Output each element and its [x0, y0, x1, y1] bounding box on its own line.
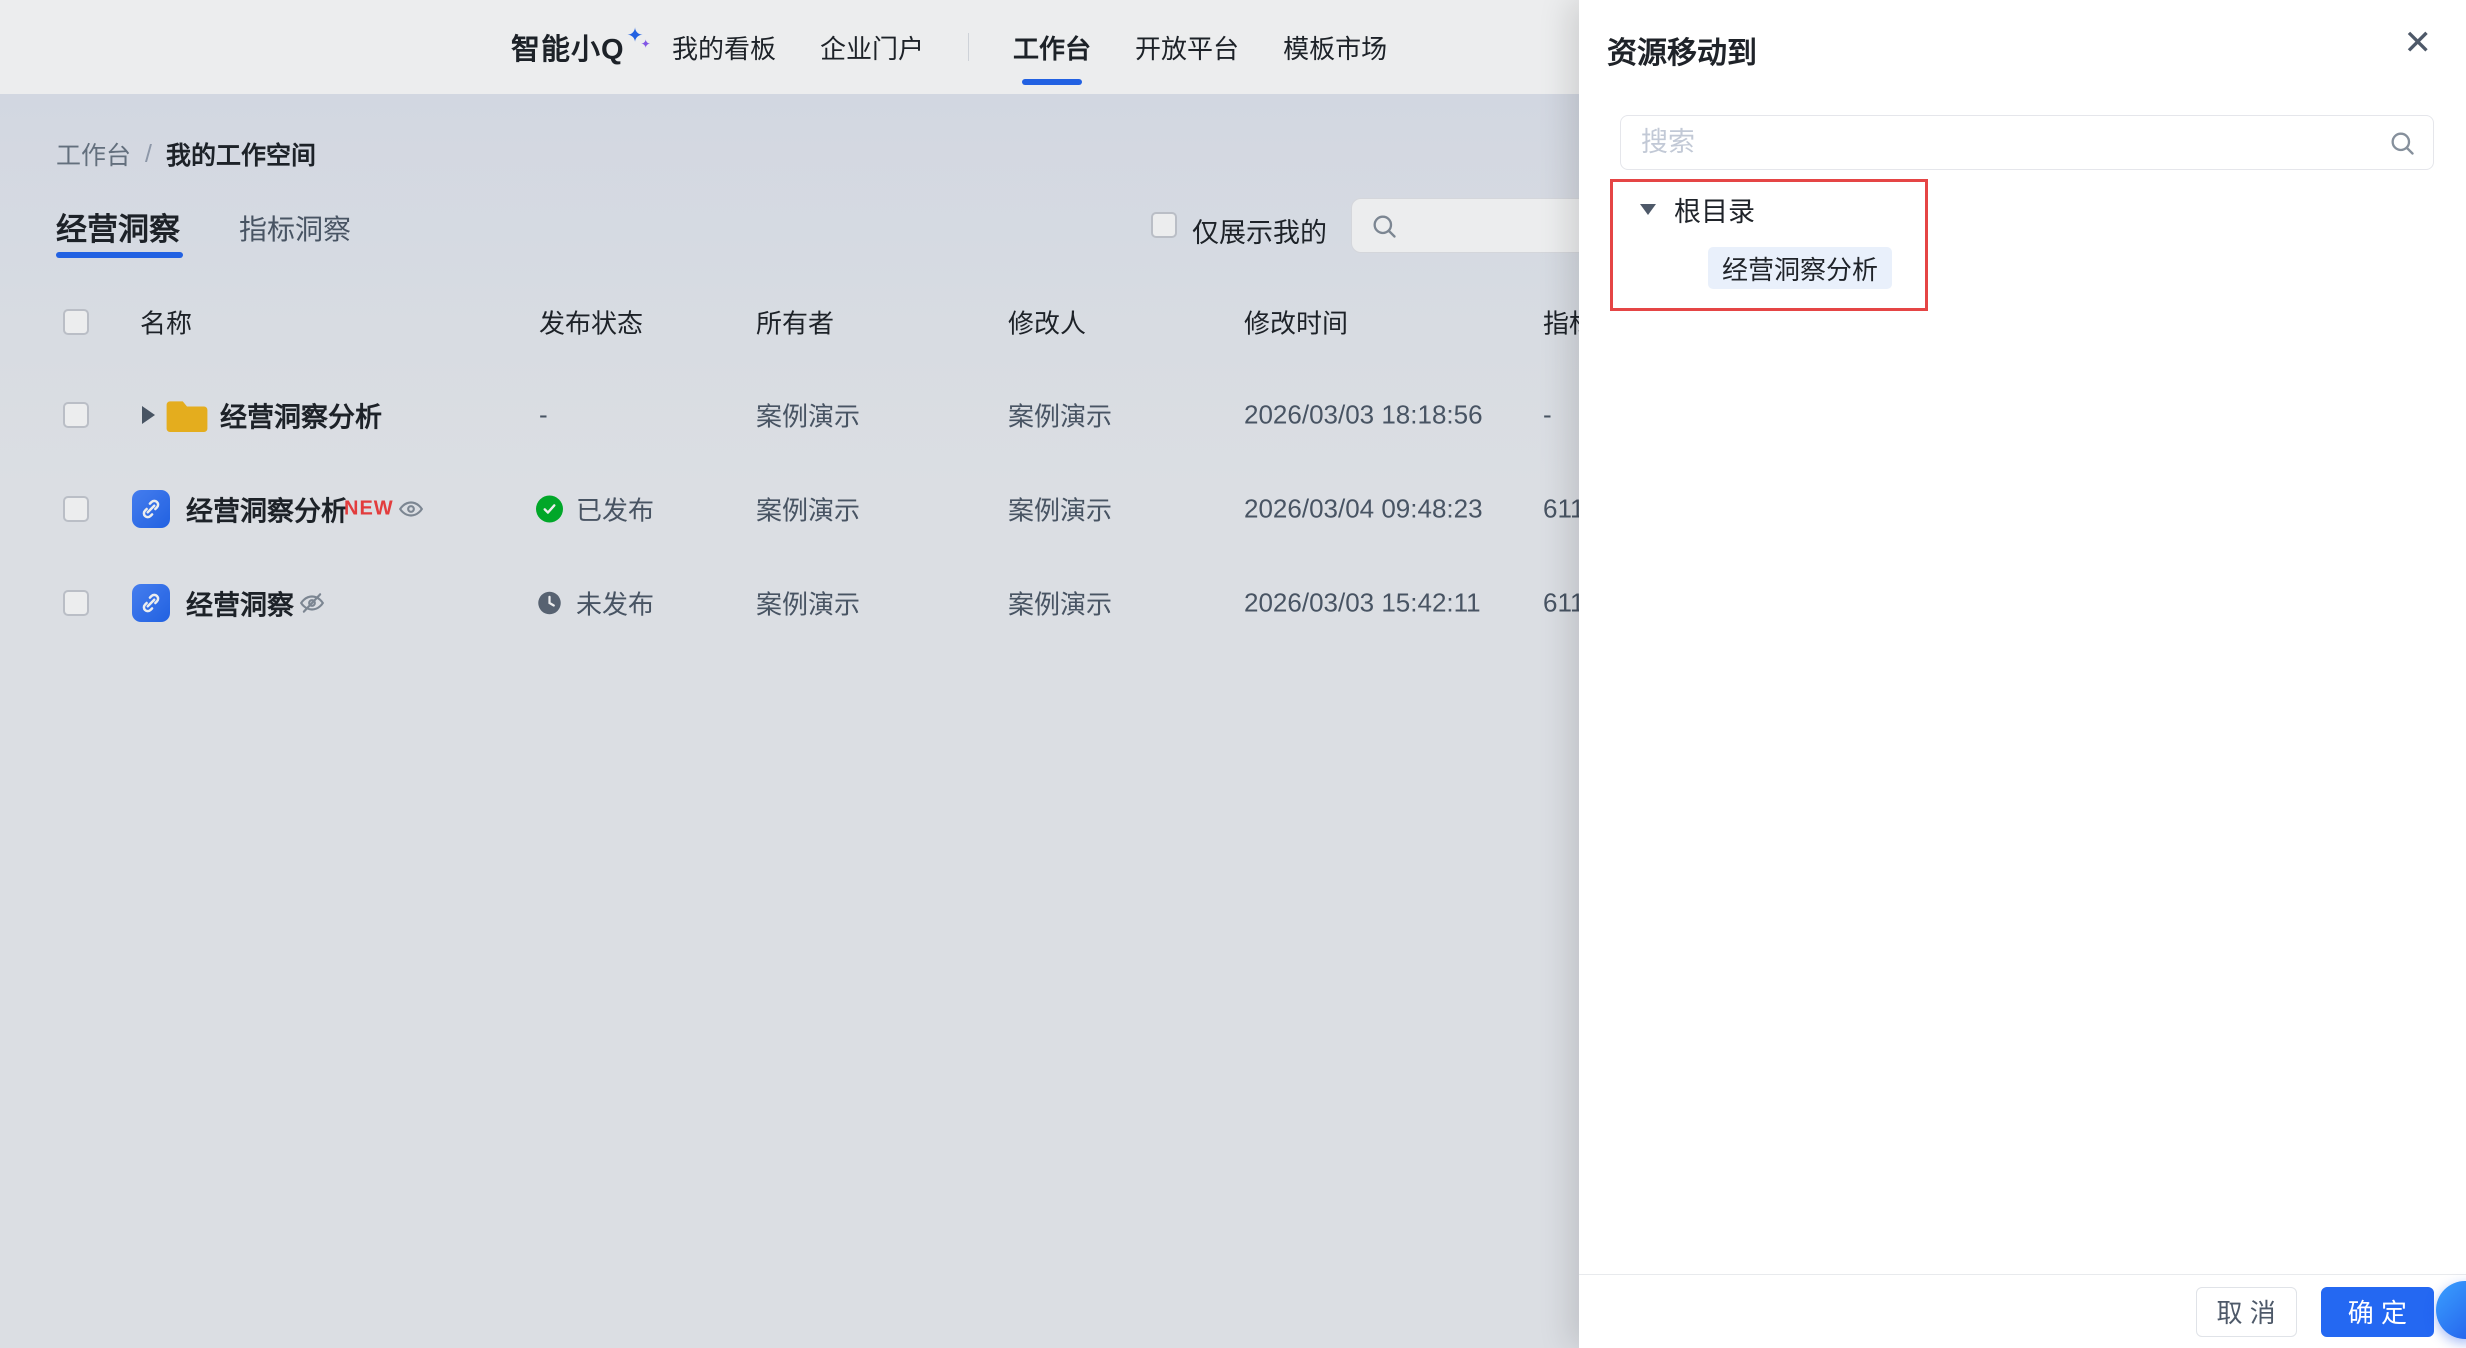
drawer-search-box[interactable]	[1620, 115, 2434, 170]
drawer-search-input[interactable]	[1620, 115, 2434, 170]
cancel-button[interactable]: 取 消	[2195, 1286, 2297, 1337]
tree-root-label: 根目录	[1674, 197, 1755, 227]
drawer-title: 资源移动到	[1607, 37, 1757, 70]
tree-child-label: 经营洞察分析	[1722, 254, 1879, 285]
tree-node-child-selected[interactable]: 经营洞察分析	[1708, 247, 1893, 289]
move-resource-drawer: 资源移动到 ✕ 根目录 经营洞察分析 取 消 确 定	[1579, 0, 2466, 1348]
drawer-footer: 取 消 确 定	[1579, 1274, 2466, 1348]
tree-node-root[interactable]: 根目录	[1640, 190, 1755, 229]
quickbi-workspace-page: 智能小Q ✦ ✦ 我的看板 企业门户 工作台 开放平台 模板市场 工作台 / 我…	[0, 0, 2466, 1348]
confirm-button[interactable]: 确 定	[2320, 1286, 2434, 1337]
search-icon	[2391, 132, 2414, 155]
caret-down-icon[interactable]	[1640, 204, 1656, 215]
close-icon[interactable]: ✕	[2404, 26, 2433, 60]
